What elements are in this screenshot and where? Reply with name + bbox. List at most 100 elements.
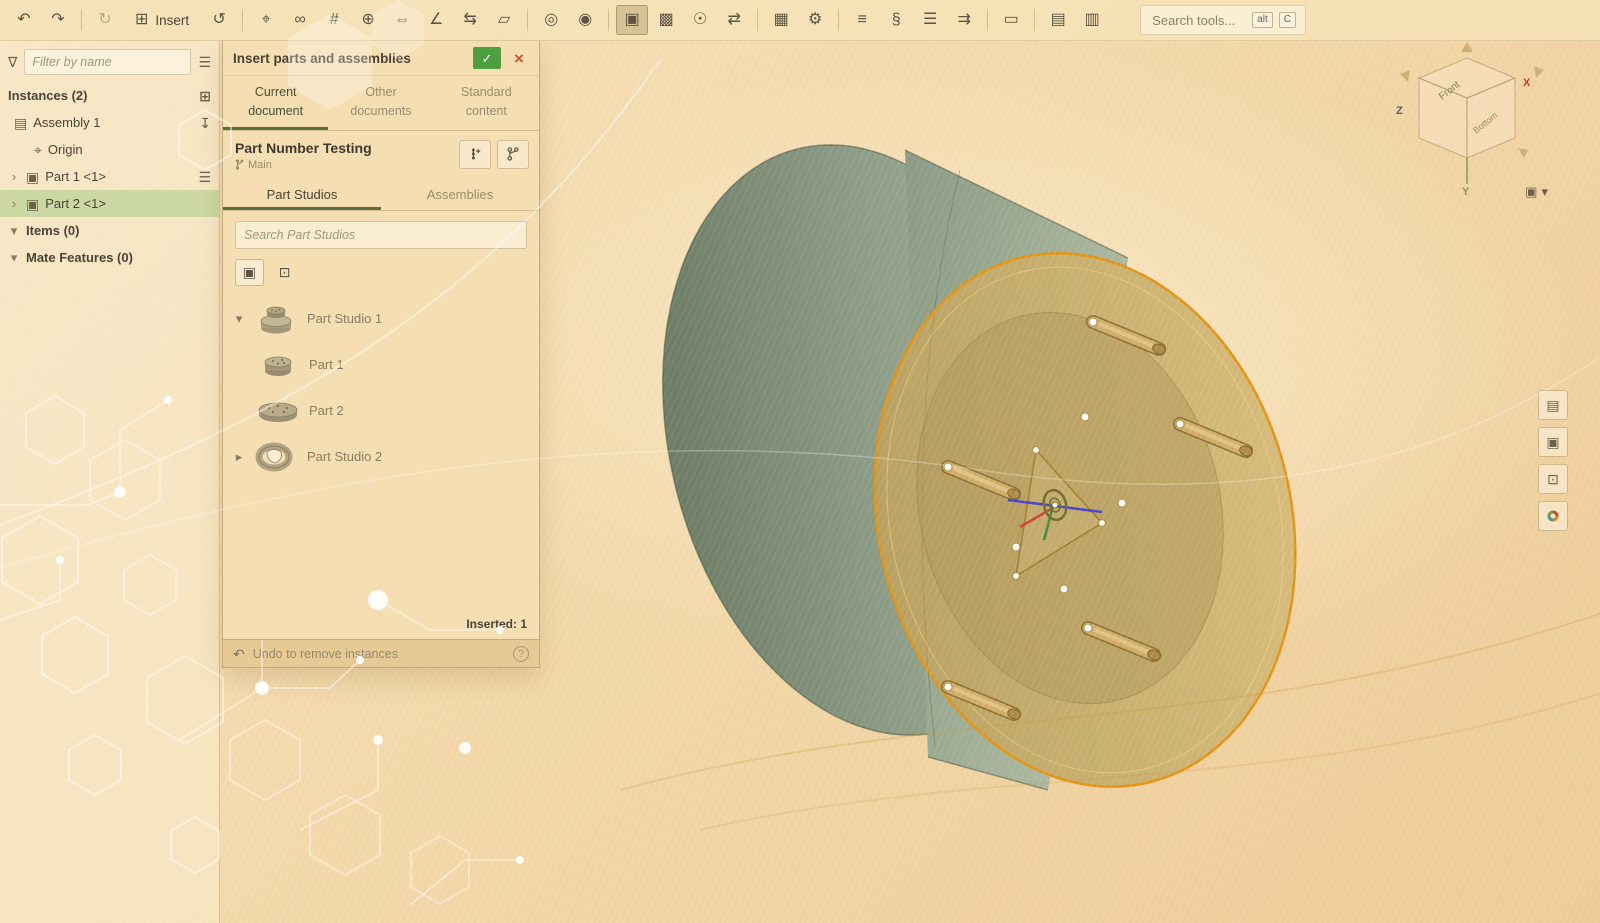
origin-row[interactable]: ⌖ Origin bbox=[0, 136, 219, 163]
tree-row-part-studio-1[interactable]: ▾ Part Studio 1 bbox=[223, 296, 539, 342]
search-tools-box[interactable]: alt C bbox=[1140, 5, 1306, 35]
onshape-assembly-window: ↶ ↷ ↻ ⊞ Insert ↺ ⌖ ∞ # ⊕ ⇔ ∠ ⇆ ▱ ◎ ◉ ▣ ▩… bbox=[0, 0, 1600, 923]
assembly-row[interactable]: ▤ Assembly 1 ↧ bbox=[0, 109, 219, 136]
group-button[interactable]: ∞ bbox=[284, 5, 316, 35]
document-panel-button[interactable]: ▤ bbox=[1538, 390, 1568, 420]
chain-relation-button[interactable]: ☰ bbox=[914, 5, 946, 35]
chevron-right-icon[interactable]: › bbox=[8, 170, 20, 183]
chevron-collapsed-icon[interactable]: ▸ bbox=[233, 450, 245, 463]
publish-button[interactable]: ☉ bbox=[684, 5, 716, 35]
parts-panel-button[interactable]: ▣ bbox=[1538, 427, 1568, 457]
list-options-icon[interactable]: ☰ bbox=[198, 55, 211, 69]
items-header-row[interactable]: ▾ Items (0) bbox=[0, 217, 219, 244]
view-cube[interactable]: Front Bottom Z X Y bbox=[1392, 40, 1552, 200]
insert-part-button[interactable]: ▣ bbox=[616, 5, 648, 35]
replicate-button[interactable]: ▩ bbox=[650, 5, 682, 35]
update-references-button[interactable]: ↻ bbox=[89, 5, 121, 35]
filter-by-name-input[interactable] bbox=[24, 49, 191, 75]
redo-icon: ↷ bbox=[51, 12, 64, 28]
named-positions-icon: ▭ bbox=[1004, 12, 1019, 28]
chevron-down-icon[interactable]: ▾ bbox=[8, 251, 20, 264]
origin-icon: ⌖ bbox=[34, 143, 42, 157]
chevron-down-icon[interactable]: ▾ bbox=[233, 312, 245, 325]
gear-relation-button[interactable]: ⚙ bbox=[799, 5, 831, 35]
chevron-right-icon[interactable]: › bbox=[8, 197, 20, 210]
appearance-panel-button[interactable] bbox=[1538, 501, 1568, 531]
tree-row-part-1[interactable]: Part 1 bbox=[223, 342, 539, 388]
planar-mate-button[interactable]: ▱ bbox=[488, 5, 520, 35]
tab-assemblies[interactable]: Assemblies bbox=[381, 180, 539, 210]
slider-mate-button[interactable]: ⇆ bbox=[454, 5, 486, 35]
insert-icon: ⊞ bbox=[135, 12, 148, 28]
rotate-corner-arrow[interactable] bbox=[1518, 148, 1528, 158]
instances-header-row[interactable]: Instances (2) ⊞ bbox=[0, 82, 219, 109]
insert-button[interactable]: ⊞ Insert bbox=[123, 5, 201, 35]
move-part-button[interactable]: ⇔ bbox=[386, 5, 418, 35]
filter-part-studios-toggle[interactable]: ⊡ bbox=[270, 259, 299, 286]
mate-features-header-row[interactable]: ▾ Mate Features (0) bbox=[0, 244, 219, 271]
chevron-down-icon[interactable]: ▾ bbox=[8, 224, 20, 237]
filter-parts-toggle[interactable]: ▣ bbox=[235, 259, 264, 286]
ball-mate-button[interactable]: ◉ bbox=[569, 5, 601, 35]
right-panel-rail: ▤ ▣ ⊡ bbox=[1538, 390, 1568, 531]
replicate-icon: ▩ bbox=[659, 12, 674, 28]
rotate-left-arrow[interactable] bbox=[1400, 70, 1410, 82]
rotate-right-arrow[interactable] bbox=[1534, 66, 1544, 78]
tab-current-document[interactable]: Current document bbox=[223, 76, 328, 130]
document-section: Part Number Testing Main bbox=[223, 131, 539, 178]
color-wheel-icon bbox=[1543, 506, 1563, 526]
transfer-button[interactable]: ⇄ bbox=[718, 5, 750, 35]
insert-mate-connector-toggle[interactable] bbox=[459, 140, 491, 169]
snap-mode-icon: ⊕ bbox=[361, 12, 374, 28]
tree-row-part-2[interactable]: Part 2 bbox=[223, 388, 539, 434]
tab-standard-content[interactable]: Standard content bbox=[434, 76, 539, 130]
part1-row[interactable]: › ▣ Part 1 <1> ☰ bbox=[0, 163, 219, 190]
bom-table-button[interactable]: ▥ bbox=[1076, 5, 1108, 35]
shortcut-alt-badge: alt bbox=[1252, 12, 1273, 28]
rack-relation-button[interactable]: ≡ bbox=[846, 5, 878, 35]
in-context-icon[interactable]: ☰ bbox=[198, 170, 211, 184]
publish-icon: ☉ bbox=[693, 12, 707, 28]
config-panel-button[interactable]: ⊡ bbox=[1538, 464, 1568, 494]
tab-label-line1: Standard bbox=[436, 83, 537, 102]
undo-instances-link[interactable]: Undo to remove instances bbox=[253, 647, 398, 661]
drawing-button[interactable]: ▤ bbox=[1042, 5, 1074, 35]
tab-part-studios[interactable]: Part Studios bbox=[223, 180, 381, 210]
history-icon: ↺ bbox=[212, 12, 225, 28]
revolute-mate-button[interactable]: ◎ bbox=[535, 5, 567, 35]
screw-relation-button[interactable]: § bbox=[880, 5, 912, 35]
linear-pattern-button[interactable]: ▦ bbox=[765, 5, 797, 35]
tab-label-line2: documents bbox=[330, 102, 431, 121]
caret-down-icon: ▾ bbox=[1541, 185, 1548, 198]
part-icon: ▣ bbox=[26, 170, 39, 184]
named-positions-button[interactable]: ▭ bbox=[995, 5, 1027, 35]
accept-button[interactable]: ✓ bbox=[473, 47, 501, 69]
help-button[interactable]: ? bbox=[513, 646, 529, 662]
tree-row-part-studio-2[interactable]: ▸ Part Studio 2 bbox=[223, 434, 539, 480]
snap-mode-button[interactable]: ⊕ bbox=[352, 5, 384, 35]
insert-parts-dialog: Insert parts and assemblies ✓ × Current … bbox=[222, 40, 540, 668]
tab-label-line2: document bbox=[225, 102, 326, 121]
history-button[interactable]: ↺ bbox=[203, 5, 235, 35]
filter-icon[interactable]: ∇ bbox=[8, 55, 17, 69]
exploded-view-button[interactable]: ⇉ bbox=[948, 5, 980, 35]
help-icon: ? bbox=[518, 648, 524, 660]
close-button[interactable]: × bbox=[507, 46, 531, 70]
undo-button[interactable]: ↶ bbox=[8, 5, 40, 35]
view-cube-small-icon: ▣ bbox=[1525, 185, 1537, 198]
dialog-header[interactable]: Insert parts and assemblies ✓ × bbox=[223, 41, 539, 76]
view-options-button[interactable]: ▣ ▾ bbox=[1519, 184, 1554, 199]
rotate-up-arrow[interactable] bbox=[1461, 42, 1473, 52]
rotate-part-button[interactable]: ∠ bbox=[420, 5, 452, 35]
part1-label: Part 1 <1> bbox=[45, 169, 106, 184]
search-tools-input[interactable] bbox=[1150, 12, 1246, 29]
mate-connector-button[interactable]: # bbox=[318, 5, 350, 35]
part2-row[interactable]: › ▣ Part 2 <1> bbox=[0, 190, 219, 217]
search-part-studios-input[interactable] bbox=[235, 221, 527, 249]
tab-other-documents[interactable]: Other documents bbox=[328, 76, 433, 130]
add-instance-icon[interactable]: ⊞ bbox=[199, 89, 211, 103]
redo-button[interactable]: ↷ bbox=[42, 5, 74, 35]
mate-button[interactable]: ⌖ bbox=[250, 5, 282, 35]
version-select-button[interactable] bbox=[497, 140, 529, 169]
download-icon[interactable]: ↧ bbox=[199, 116, 211, 130]
